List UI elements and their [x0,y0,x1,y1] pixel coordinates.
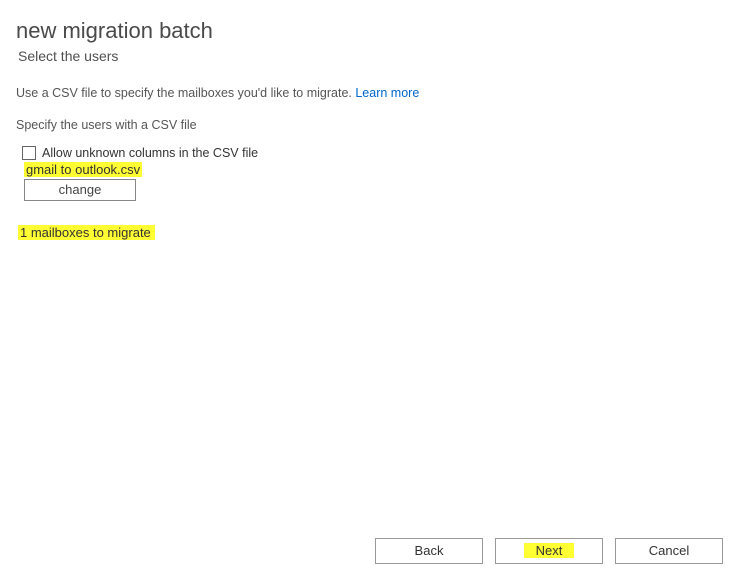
footer-buttons: Back Next Cancel [375,538,723,564]
allow-unknown-columns-row[interactable]: Allow unknown columns in the CSV file [22,146,723,160]
specify-label: Specify the users with a CSV file [16,118,723,132]
migration-summary: 1 mailboxes to migrate [18,225,155,240]
description-line: Use a CSV file to specify the mailboxes … [16,86,723,100]
back-button[interactable]: Back [375,538,483,564]
selected-file-name: gmail to outlook.csv [24,162,142,177]
learn-more-link[interactable]: Learn more [355,86,419,100]
change-button[interactable]: change [24,179,136,201]
allow-unknown-columns-checkbox[interactable] [22,146,36,160]
page-title: new migration batch [16,18,723,44]
next-button-label: Next [524,543,575,558]
next-button[interactable]: Next [495,538,603,564]
page-subtitle: Select the users [18,48,723,64]
cancel-button[interactable]: Cancel [615,538,723,564]
allow-unknown-columns-label: Allow unknown columns in the CSV file [42,146,258,160]
description-text: Use a CSV file to specify the mailboxes … [16,86,352,100]
